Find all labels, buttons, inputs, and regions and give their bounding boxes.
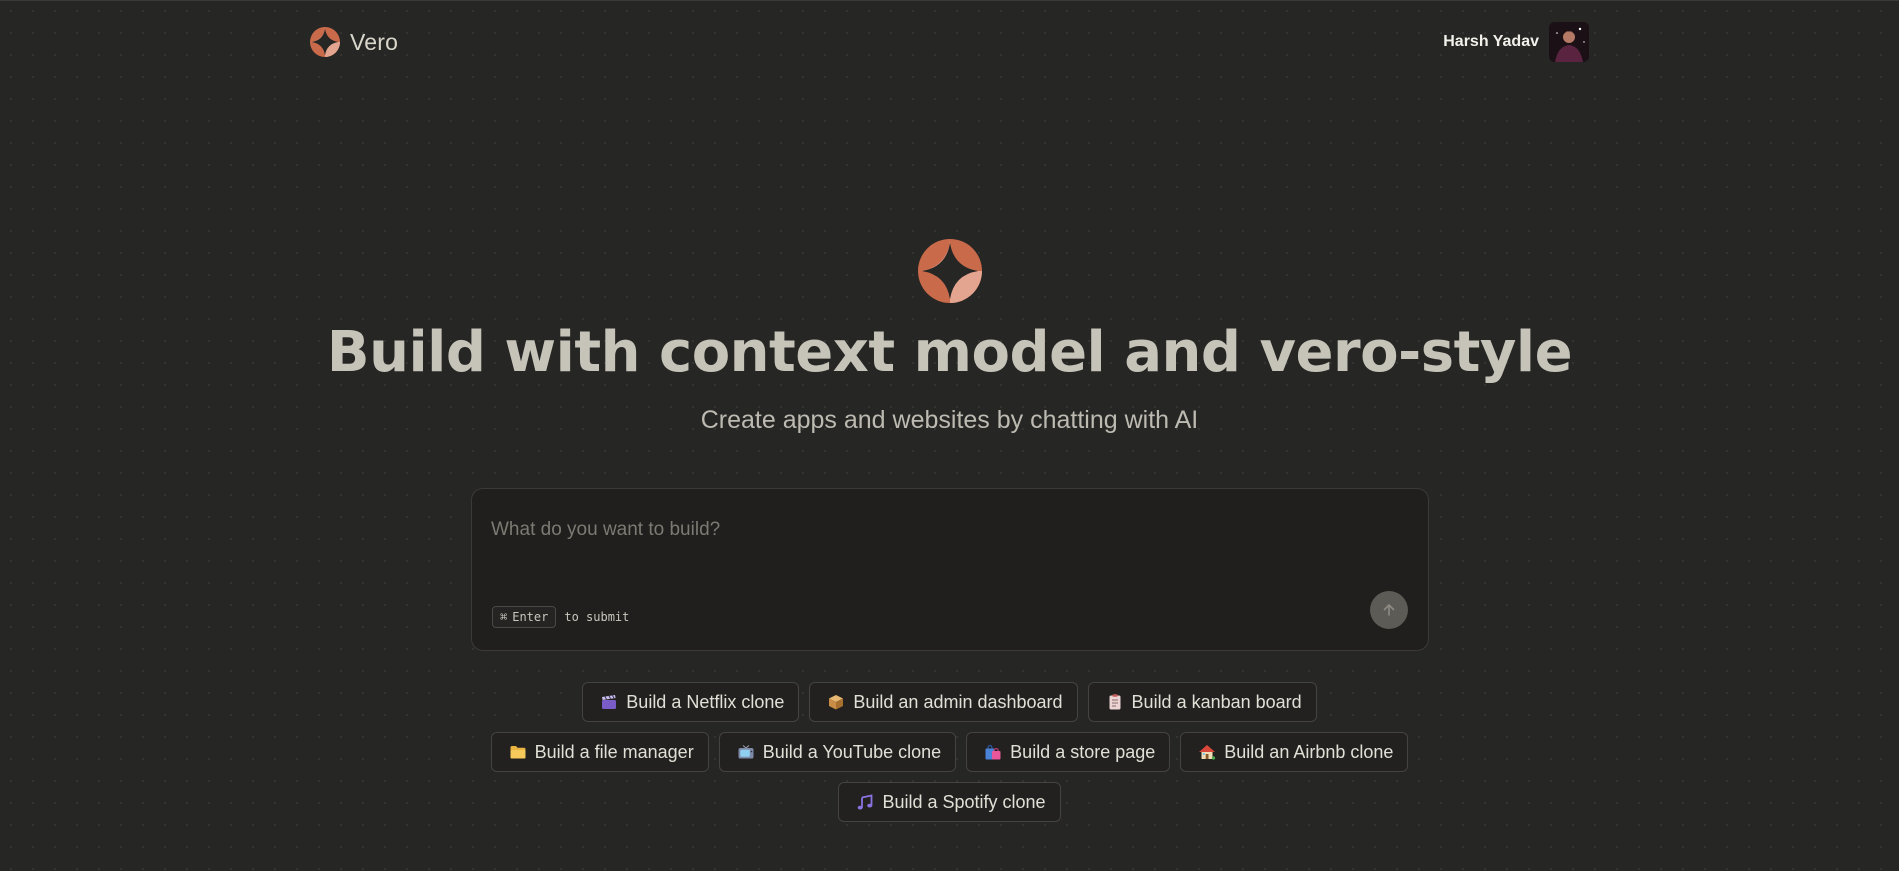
shopping-bags-icon — [985, 744, 1001, 760]
vero-logo-icon — [310, 27, 340, 57]
suggestion-netflix-clone[interactable]: Build a Netflix clone — [582, 682, 800, 722]
suggestion-youtube-clone[interactable]: Build a YouTube clone — [718, 732, 957, 772]
submit-hint-text: to submit — [564, 610, 630, 624]
keyboard-shortcut: ⌘ Enter — [492, 606, 557, 628]
submit-hint: ⌘ Enter to submit — [492, 606, 629, 628]
suggestion-label: Build a store page — [1010, 741, 1156, 762]
prompt-box: ⌘ Enter to submit — [471, 488, 1429, 651]
suggestion-row: Build a file manager Build a YouTube clo… — [490, 732, 1409, 772]
submit-button[interactable] — [1370, 591, 1408, 629]
suggestions: Build a Netflix clone Build an admin das… — [0, 682, 1899, 822]
avatar[interactable] — [1549, 22, 1589, 62]
suggestion-spotify-clone[interactable]: Build a Spotify clone — [838, 782, 1061, 822]
suggestion-admin-dashboard[interactable]: Build an admin dashboard — [809, 682, 1078, 722]
television-icon — [738, 745, 754, 759]
brand-name: Vero — [350, 28, 399, 55]
arrow-up-icon — [1383, 604, 1395, 616]
clipboard-icon — [1109, 694, 1121, 710]
suggestion-row: Build a Netflix clone Build an admin das… — [582, 682, 1317, 722]
house-icon — [1199, 745, 1216, 760]
suggestion-label: Build a Spotify clone — [882, 791, 1046, 812]
music-note-icon — [858, 794, 873, 810]
brand[interactable]: Vero — [310, 27, 398, 57]
suggestion-label: Build a Netflix clone — [626, 691, 785, 712]
suggestion-row: Build a Spotify clone — [838, 782, 1061, 822]
suggestion-kanban-board[interactable]: Build a kanban board — [1087, 682, 1317, 722]
page-title: Build with context model and vero-style — [326, 320, 1573, 385]
suggestion-label: Build a YouTube clone — [762, 741, 942, 762]
user-name: Harsh Yadav — [1443, 33, 1539, 50]
prompt-input[interactable] — [491, 517, 1371, 543]
page-subtitle: Create apps and websites by chatting wit… — [700, 406, 1199, 435]
command-key-icon: ⌘ — [500, 610, 508, 624]
suggestion-label: Build a file manager — [534, 741, 694, 762]
suggestion-label: Build an admin dashboard — [853, 691, 1063, 712]
suggestion-airbnb-clone[interactable]: Build an Airbnb clone — [1180, 732, 1409, 772]
user-menu[interactable]: Harsh Yadav — [1443, 22, 1589, 62]
clapperboard-icon — [602, 695, 617, 709]
suggestion-label: Build an Airbnb clone — [1224, 741, 1394, 762]
suggestion-file-manager[interactable]: Build a file manager — [490, 732, 709, 772]
folder-icon — [510, 746, 526, 759]
suggestion-store-page[interactable]: Build a store page — [966, 732, 1171, 772]
vero-logo-large-icon — [917, 239, 982, 303]
suggestion-label: Build a kanban board — [1131, 691, 1302, 712]
enter-key-label: Enter — [512, 610, 549, 624]
top-bar: Vero Harsh Yadav — [310, 1, 1589, 83]
hero: Build with context model and vero-style … — [0, 239, 1899, 435]
package-icon — [829, 695, 844, 710]
